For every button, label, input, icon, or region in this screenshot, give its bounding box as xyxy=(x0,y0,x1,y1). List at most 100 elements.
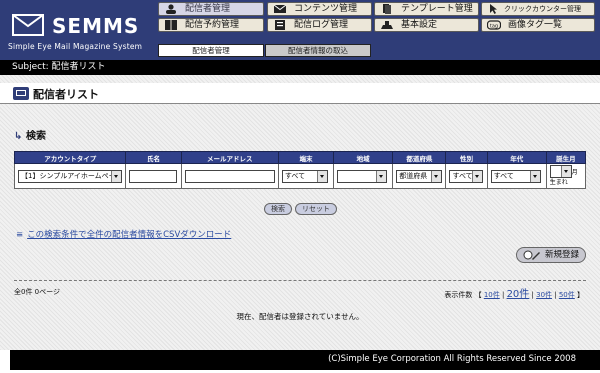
col-prefecture: 都道府県 xyxy=(392,151,447,164)
header: SEMMS Simple Eye Mail Magazine System 配信… xyxy=(0,0,600,60)
logo: SEMMS Simple Eye Mail Magazine System xyxy=(8,6,158,56)
nav-label: 配信予約管理 xyxy=(185,20,240,30)
nav-label: 配信者管理 xyxy=(185,4,231,14)
reset-button[interactable]: リセット xyxy=(295,203,337,215)
gender-value: すべて xyxy=(452,171,473,180)
page-title-row: 配信者リスト xyxy=(0,83,600,104)
settings-icon xyxy=(381,21,393,29)
nav-delivery-log[interactable]: 配信ログ管理 xyxy=(267,18,372,32)
chevron-down-icon xyxy=(560,166,571,177)
user-icon xyxy=(166,4,176,14)
nav-basic-settings[interactable]: 基本設定 xyxy=(374,18,479,32)
per-page-20[interactable]: 20件 xyxy=(507,289,530,300)
search-heading: ↳ 検索 xyxy=(14,127,46,142)
chevron-down-icon xyxy=(316,170,327,182)
col-region: 地域 xyxy=(333,151,394,164)
list-icon xyxy=(13,87,29,100)
new-registration-button[interactable]: 新規登録 xyxy=(516,247,586,263)
search-buttons: 検索 リセット xyxy=(264,203,340,215)
region-select[interactable] xyxy=(337,169,388,183)
prefecture-value: 都道府県 xyxy=(399,171,428,180)
nav-image-tag-list[interactable]: tag 画像タグ一覧 xyxy=(481,18,595,32)
col-gender: 性別 xyxy=(445,151,488,164)
nav-content-management[interactable]: コンテンツ管理 xyxy=(267,2,372,16)
document-icon xyxy=(383,4,391,14)
cell-device: すべて xyxy=(277,163,335,189)
cell-region xyxy=(333,163,394,189)
subject-text: Subject: 配信者リスト xyxy=(12,62,106,72)
nav-delivery-schedule[interactable]: 配信予約管理 xyxy=(158,18,264,32)
per-page-50[interactable]: 50件 xyxy=(559,291,575,299)
pencil-icon xyxy=(523,250,540,260)
col-device: 端末 xyxy=(277,151,335,164)
nav-label: 基本設定 xyxy=(401,20,438,30)
subject-bar: Subject: 配信者リスト xyxy=(0,60,600,75)
main-content: 配信者リスト ↳ 検索 アカウントタイプ 氏名 メールアドレス 端末 地域 都道府… xyxy=(0,75,600,350)
new-button-label: 新規登録 xyxy=(545,250,580,260)
nav-click-counter-management[interactable]: クリックカウンター管理 xyxy=(481,2,595,16)
chevron-down-icon xyxy=(376,170,387,182)
tab-subscriber-management[interactable]: 配信者管理 xyxy=(158,44,264,57)
nav-label: テンプレート管理 xyxy=(401,4,473,14)
prefecture-select[interactable]: 都道府県 xyxy=(396,169,443,183)
envelope-icon xyxy=(273,4,287,13)
chevron-down-icon xyxy=(472,170,483,182)
born-label: 生まれ xyxy=(549,179,568,186)
month-unit: 月 xyxy=(571,169,578,176)
search-icon: ↳ xyxy=(14,131,23,142)
chevron-down-icon xyxy=(431,170,442,182)
brand-tagline: Simple Eye Mail Magazine System xyxy=(8,42,143,51)
nav-template-management[interactable]: テンプレート管理 xyxy=(374,2,479,16)
cell-email xyxy=(180,163,279,189)
log-icon xyxy=(275,20,285,30)
bracket-open: 【 xyxy=(474,291,482,299)
gender-select[interactable]: すべて xyxy=(449,169,484,183)
nav-label: 画像タグ一覧 xyxy=(508,20,563,30)
cell-prefecture: 都道府県 xyxy=(392,163,447,189)
cell-gender: すべて xyxy=(445,163,488,189)
search-button[interactable]: 検索 xyxy=(264,203,292,215)
copyright: (C)Simple Eye Corporation All Rights Res… xyxy=(328,354,576,364)
footer: (C)Simple Eye Corporation All Rights Res… xyxy=(10,350,600,370)
per-page-selector: 表示件数 【 10件 | 20件 | 30件 | 50件 】 xyxy=(444,289,584,300)
search-heading-text: 検索 xyxy=(26,131,46,142)
col-age: 年代 xyxy=(486,151,547,164)
search-input-row: 【1】シンプルアイホームページ すべて 都道府県 すべて すべて 月 生まれ xyxy=(13,163,587,189)
age-select[interactable]: すべて xyxy=(490,169,541,183)
per-page-10[interactable]: 10件 xyxy=(484,291,500,299)
cell-name xyxy=(125,163,182,189)
sub-navigation: 配信者管理 配信者情報の取込 xyxy=(158,44,600,57)
device-select[interactable]: すべて xyxy=(281,169,328,183)
download-icon: ≡ xyxy=(16,230,24,240)
chevron-down-icon xyxy=(529,170,540,182)
nav-label: 配信ログ管理 xyxy=(294,20,349,30)
cell-birth-month: 月 生まれ xyxy=(545,163,587,189)
account-type-select[interactable]: 【1】シンプルアイホームページ xyxy=(18,169,122,183)
col-account-type: アカウントタイプ xyxy=(13,151,127,164)
bracket-close: 】 xyxy=(577,291,584,299)
nav-subscriber-management[interactable]: 配信者管理 xyxy=(158,2,264,16)
result-summary: 全0件 0ページ xyxy=(14,288,60,296)
device-value: すべて xyxy=(284,171,306,180)
name-input[interactable] xyxy=(129,169,178,183)
col-email: メールアドレス xyxy=(180,151,279,164)
nav-label: クリックカウンター管理 xyxy=(504,5,581,13)
birth-month-select[interactable] xyxy=(549,165,572,178)
per-page-30[interactable]: 30件 xyxy=(536,291,552,299)
page-title: 配信者リスト xyxy=(33,88,99,101)
cursor-icon xyxy=(490,4,497,14)
col-birth-month: 誕生月 xyxy=(545,151,587,164)
email-input[interactable] xyxy=(184,169,275,183)
divider xyxy=(14,280,586,281)
mail-icon xyxy=(12,14,44,36)
chevron-down-icon xyxy=(111,170,121,182)
tag-icon: tag xyxy=(487,20,501,30)
col-name: 氏名 xyxy=(125,151,182,164)
csv-download-link[interactable]: ≡ この検索条件で全件の配信者情報をCSVダウンロード xyxy=(16,228,231,240)
brand-name: SEMMS xyxy=(52,14,140,38)
empty-message: 現在、配信者は登録されていません。 xyxy=(236,312,364,321)
tab-subscriber-import[interactable]: 配信者情報の取込 xyxy=(265,44,371,57)
cell-account-type: 【1】シンプルアイホームページ xyxy=(13,163,127,189)
account-type-value: 【1】シンプルアイホームページ xyxy=(21,171,122,180)
svg-text:tag: tag xyxy=(490,24,498,30)
